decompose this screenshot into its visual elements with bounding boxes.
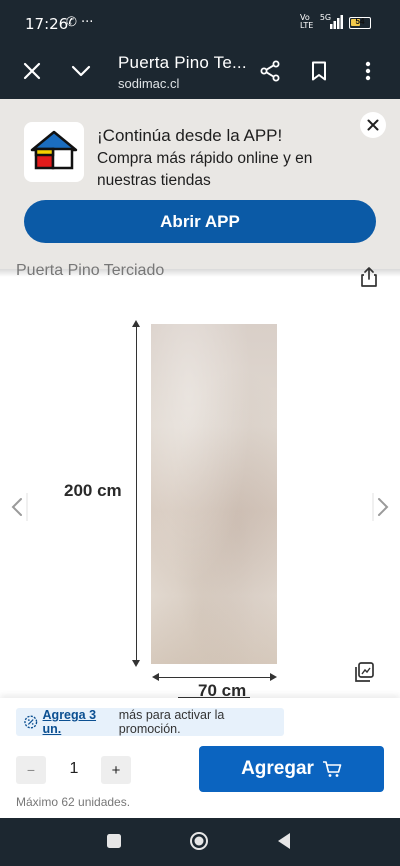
width-dimension-line — [155, 677, 273, 678]
status-bar: 17:26 ✆ ··· Vo LTE 5G 54 — [0, 0, 400, 48]
arrow-down-icon — [132, 660, 140, 667]
sodimac-logo — [24, 122, 84, 182]
cart-icon — [322, 761, 342, 777]
close-tab-button[interactable] — [17, 56, 47, 86]
close-icon — [23, 62, 41, 80]
gallery-view-icon[interactable] — [353, 661, 375, 683]
close-icon — [367, 119, 379, 131]
bookmark-button[interactable] — [304, 56, 334, 86]
notification-icons: ✆ ··· — [66, 15, 93, 30]
banner-subtext: Compra más rápido online y en nuestras t… — [97, 150, 313, 189]
house-logo-icon — [30, 130, 78, 170]
quantity-value[interactable]: 1 — [60, 760, 88, 778]
discount-badge-icon — [24, 715, 38, 729]
add-to-cart-button[interactable]: Agregar — [199, 746, 384, 792]
home-button[interactable] — [189, 831, 209, 851]
share-icon — [260, 60, 280, 82]
volte-label: Vo LTE — [300, 13, 314, 30]
open-app-button[interactable]: Abrir APP — [24, 200, 376, 243]
product-title: Puerta Pino Terciado — [16, 262, 165, 279]
page-domain: sodimac.cl — [118, 76, 180, 91]
browser-top-bar: Puerta Pino Te... sodimac.cl — [0, 48, 400, 99]
more-dots-icon: ··· — [81, 15, 94, 30]
overflow-menu-button[interactable] — [353, 56, 383, 86]
gallery-prev-button[interactable] — [6, 493, 28, 521]
more-vertical-icon — [365, 61, 371, 81]
promo-text: más para activar la promoción. — [118, 708, 225, 736]
battery-icon: 54 — [349, 17, 371, 29]
system-nav-bar — [0, 818, 400, 866]
add-to-cart-label: Agregar — [241, 758, 314, 779]
banner-heading: ¡Continúa desde la APP! — [97, 126, 283, 145]
chevron-down-icon — [71, 65, 91, 77]
bookmark-icon — [312, 61, 326, 81]
arrow-up-icon — [132, 320, 140, 327]
gallery-next-button[interactable] — [372, 493, 394, 521]
recent-apps-button[interactable] — [106, 833, 122, 849]
quantity-decrease-button[interactable]: − — [16, 756, 46, 784]
promo-link[interactable]: Agrega 3 un. — [43, 708, 116, 736]
promo-banner: Agrega 3 un. más para activar la promoci… — [16, 708, 284, 736]
quantity-increase-button[interactable]: + — [101, 756, 131, 784]
app-install-banner: ¡Continúa desde la APP! Compra más rápid… — [0, 99, 400, 269]
network-indicator: Vo LTE 5G — [300, 14, 331, 30]
signal-icon — [330, 15, 343, 29]
back-button[interactable] — [276, 832, 292, 850]
share-product-icon[interactable] — [358, 266, 380, 288]
page-title: Puerta Pino Te... — [118, 53, 247, 72]
share-page-button[interactable] — [255, 56, 285, 86]
height-label: 200 cm — [64, 481, 122, 500]
battery-percent: 54 — [355, 17, 365, 26]
minimize-button[interactable] — [66, 56, 96, 86]
height-dimension-line — [136, 324, 137, 664]
arrow-left-icon — [152, 673, 159, 681]
max-units-text: Máximo 62 unidades. — [16, 795, 131, 809]
door-product-image — [151, 324, 277, 664]
whatsapp-icon: ✆ — [66, 15, 77, 30]
close-banner-button[interactable] — [360, 112, 386, 138]
arrow-right-icon — [270, 673, 277, 681]
status-time: 17:26 — [25, 15, 69, 33]
